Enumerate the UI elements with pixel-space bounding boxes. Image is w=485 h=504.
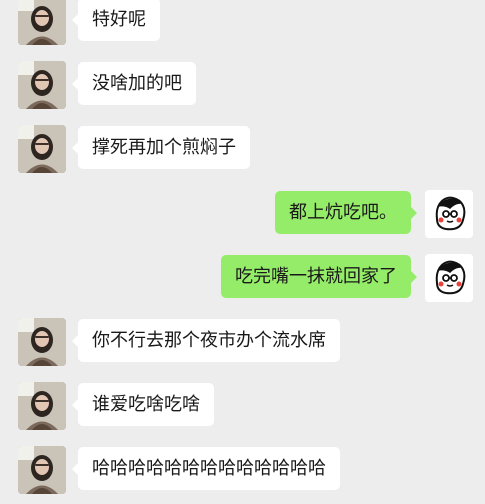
- girl-avatar-icon: [18, 382, 66, 430]
- girl-avatar-icon: [18, 318, 66, 366]
- message-bubble[interactable]: 撑死再加个煎焖子: [72, 126, 250, 169]
- message-row: 撑死再加个煎焖子: [0, 125, 485, 173]
- girl-avatar-icon: [18, 61, 66, 109]
- message-row: 谁爱吃啥吃啥: [0, 382, 485, 430]
- message-bubble[interactable]: 吃完嘴一抹就回家了: [221, 255, 417, 298]
- cartoon-avatar[interactable]: [425, 254, 473, 302]
- message-bubble[interactable]: 哈哈哈哈哈哈哈哈哈哈哈哈哈: [72, 447, 340, 490]
- message-row: 吃完嘴一抹就回家了: [0, 254, 485, 302]
- girl-avatar[interactable]: [18, 382, 66, 430]
- message-bubble[interactable]: 特好呢: [72, 0, 160, 41]
- girl-avatar-icon: [18, 0, 66, 45]
- girl-avatar-icon: [18, 446, 66, 494]
- cartoon-avatar-icon: [425, 190, 473, 238]
- chat-conversation: 特好呢 没啥加的吧 撑死再加个煎焖子 都上炕吃吧。 吃完嘴一抹就回家了 你不行去…: [0, 0, 485, 504]
- message-bubble[interactable]: 都上炕吃吧。: [275, 191, 417, 234]
- cartoon-avatar-icon: [425, 254, 473, 302]
- message-row: 都上炕吃吧。: [0, 190, 485, 238]
- message-row: 你不行去那个夜市办个流水席: [0, 318, 485, 366]
- message-row: 特好呢: [0, 0, 485, 45]
- girl-avatar[interactable]: [18, 61, 66, 109]
- girl-avatar[interactable]: [18, 446, 66, 494]
- message-bubble[interactable]: 你不行去那个夜市办个流水席: [72, 319, 340, 362]
- girl-avatar[interactable]: [18, 318, 66, 366]
- cartoon-avatar[interactable]: [425, 190, 473, 238]
- girl-avatar[interactable]: [18, 125, 66, 173]
- message-bubble[interactable]: 谁爱吃啥吃啥: [72, 383, 214, 426]
- message-row: 没啥加的吧: [0, 61, 485, 109]
- message-row: 哈哈哈哈哈哈哈哈哈哈哈哈哈: [0, 446, 485, 494]
- message-bubble[interactable]: 没啥加的吧: [72, 62, 196, 105]
- girl-avatar[interactable]: [18, 0, 66, 45]
- girl-avatar-icon: [18, 125, 66, 173]
